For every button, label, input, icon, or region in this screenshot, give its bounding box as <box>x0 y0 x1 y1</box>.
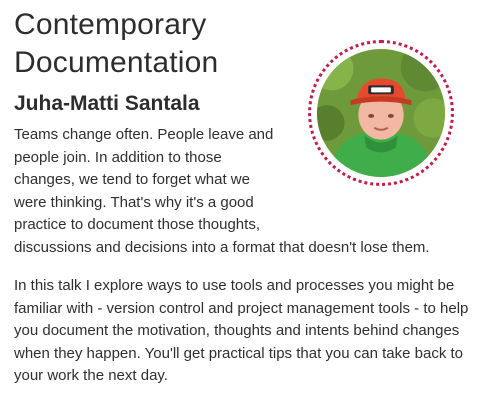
talk-title: Contemporary Documentation <box>14 6 294 82</box>
talk-abstract: Teams change often. People leave and peo… <box>14 124 490 404</box>
speaker-name: Juha-Matti Santala <box>14 92 200 115</box>
avatar-text-wrap-spacer <box>248 124 490 222</box>
talk-card: Contemporary Documentation Juha-Matti Sa… <box>0 0 500 420</box>
talk-title-line-2: Documentation <box>14 46 219 79</box>
abstract-paragraph-2: In this talk I explore ways to use tools… <box>14 277 469 384</box>
talk-title-line-1: Contemporary <box>14 8 207 41</box>
